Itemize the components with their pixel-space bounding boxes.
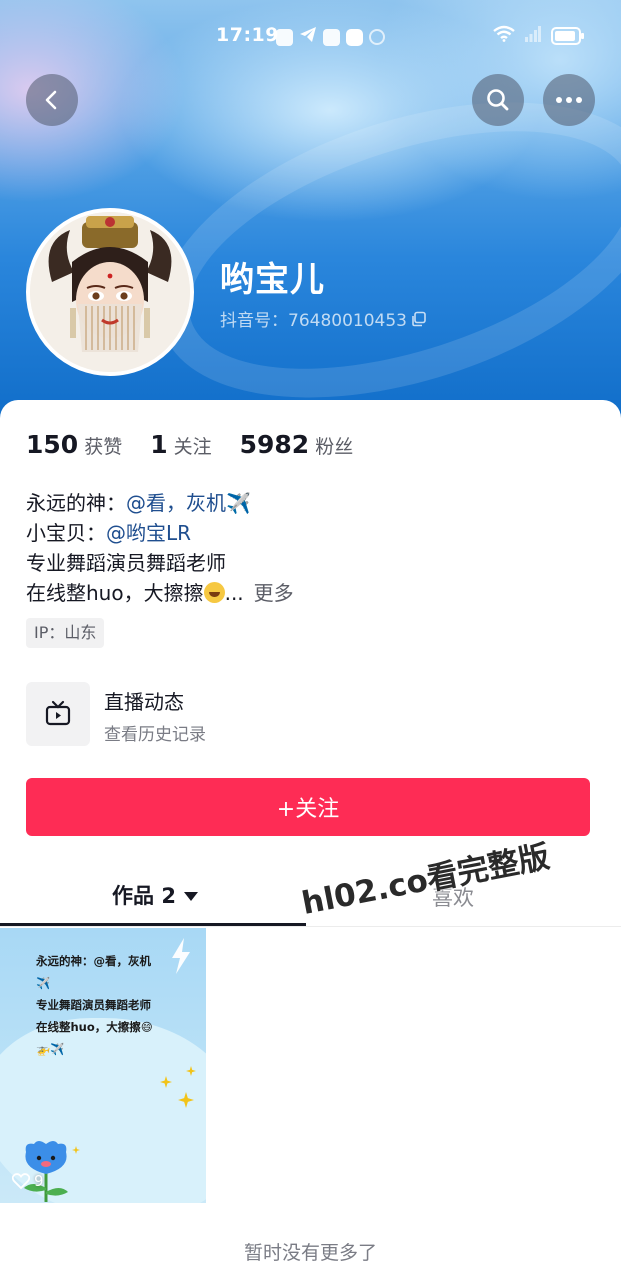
search-button[interactable] bbox=[472, 74, 524, 126]
tab-works-label: 作品 2 bbox=[112, 884, 176, 908]
tv-icon bbox=[45, 700, 71, 726]
more-icon bbox=[556, 97, 582, 103]
bio-mention-link[interactable]: @看，灰机✈️ bbox=[126, 491, 251, 515]
no-more-content-text: 暂时没有更多了 bbox=[243, 1242, 377, 1264]
avatar[interactable] bbox=[26, 208, 194, 376]
mail-icon bbox=[323, 28, 340, 46]
stat-following[interactable]: 1 关注 bbox=[150, 430, 211, 459]
bio-line: 小宝贝：@哟宝LR bbox=[26, 518, 294, 548]
stat-likes: 150 获赞 bbox=[26, 430, 122, 459]
bio-line: 在线整huo，大擦擦... 更多 bbox=[26, 578, 294, 608]
tab-works[interactable]: 作品 2 bbox=[0, 866, 310, 924]
live-title: 直播动态 bbox=[104, 690, 184, 714]
caret-down-icon bbox=[183, 891, 198, 901]
profile-nickname: 哟宝儿 bbox=[220, 260, 325, 300]
message-icon bbox=[276, 28, 293, 46]
wifi-icon bbox=[493, 25, 515, 47]
bio-text: 永远的神： bbox=[26, 491, 126, 515]
telegram-icon bbox=[299, 26, 317, 48]
bio-more-link[interactable]: 更多 bbox=[254, 581, 294, 605]
douyin-id[interactable]: 抖音号：76480010453 bbox=[220, 306, 427, 331]
stat-likes-label: 获赞 bbox=[84, 436, 123, 458]
sparkle-icon bbox=[186, 1066, 196, 1076]
thumbnail-caption-line: ✈️ bbox=[36, 976, 51, 990]
ip-location-tag: IP：山东 bbox=[26, 618, 105, 648]
notification-icons bbox=[276, 26, 385, 48]
thumbnail-caption-line: 专业舞蹈演员舞蹈老师 bbox=[36, 998, 151, 1012]
signal-icon bbox=[525, 25, 541, 47]
bio-text: 在线整huo，大擦擦 bbox=[26, 581, 204, 605]
sparkle-icon bbox=[160, 1076, 172, 1088]
thumbnail-caption-line: 🚁✈️ bbox=[36, 1042, 65, 1056]
bio-text: 小宝贝： bbox=[26, 521, 106, 545]
live-icon-box bbox=[26, 682, 90, 746]
bio-ellipsis: ... bbox=[224, 581, 244, 605]
search-icon bbox=[487, 89, 509, 111]
live-subtitle: 查看历史记录 bbox=[104, 725, 206, 745]
lightning-icon bbox=[172, 938, 190, 974]
video-thumbnail[interactable]: 永远的神：@看，灰机 ✈️ 专业舞蹈演员舞蹈老师 在线整huo，大擦擦😄 🚁✈️… bbox=[0, 928, 206, 1203]
bio-mention-link[interactable]: @哟宝LR bbox=[106, 521, 191, 545]
avatar-illustration bbox=[30, 212, 190, 372]
video-like-count: 9 bbox=[12, 1172, 44, 1190]
system-icons bbox=[493, 25, 584, 47]
tab-divider bbox=[0, 926, 621, 927]
heart-outline-icon bbox=[12, 1173, 30, 1189]
stat-followers-count: 5982 bbox=[239, 430, 310, 459]
back-button[interactable] bbox=[26, 74, 78, 126]
battery-icon bbox=[551, 27, 584, 45]
stat-following-label: 关注 bbox=[173, 436, 212, 458]
back-icon bbox=[45, 90, 57, 110]
copy-icon[interactable] bbox=[411, 311, 427, 327]
thumbnail-caption-line: 在线整huo，大擦擦😄 bbox=[36, 1020, 153, 1034]
more-button[interactable] bbox=[543, 74, 595, 126]
live-history-entry[interactable]: 直播动态 查看历史记录 bbox=[26, 682, 596, 746]
thumbnail-caption-line: 永远的神：@看，灰机 bbox=[36, 954, 151, 968]
blue-flower-icon bbox=[24, 1141, 68, 1202]
stat-followers-label: 粉丝 bbox=[315, 436, 354, 458]
follow-button[interactable]: +关注 bbox=[26, 778, 590, 836]
stat-followers[interactable]: 5982 粉丝 bbox=[240, 430, 354, 459]
bio-line: 永远的神：@看，灰机✈️ bbox=[26, 488, 294, 518]
smile-emoji-icon bbox=[203, 582, 225, 603]
status-bar: 17:19 bbox=[0, 22, 621, 50]
profile-stats: 150 获赞 1 关注 5982 粉丝 bbox=[26, 430, 381, 459]
sparkle-icon bbox=[178, 1092, 194, 1108]
thumbnail-caption: 永远的神：@看，灰机 ✈️ 专业舞蹈演员舞蹈老师 在线整huo，大擦擦😄 🚁✈️ bbox=[36, 950, 153, 1060]
douyin-id-text: 抖音号：76480010453 bbox=[220, 311, 407, 331]
nfc-icon bbox=[369, 29, 385, 45]
stat-following-count: 1 bbox=[150, 430, 168, 459]
bio-line: 专业舞蹈演员舞蹈老师 bbox=[26, 551, 226, 575]
browser-icon bbox=[346, 28, 363, 46]
status-time: 17:19 bbox=[216, 24, 279, 46]
stat-likes-count: 150 bbox=[26, 430, 79, 459]
video-like-number: 9 bbox=[34, 1172, 44, 1190]
profile-bio: 永远的神：@看，灰机✈️ 小宝贝：@哟宝LR 专业舞蹈演员舞蹈老师 在线整huo… bbox=[26, 488, 294, 608]
